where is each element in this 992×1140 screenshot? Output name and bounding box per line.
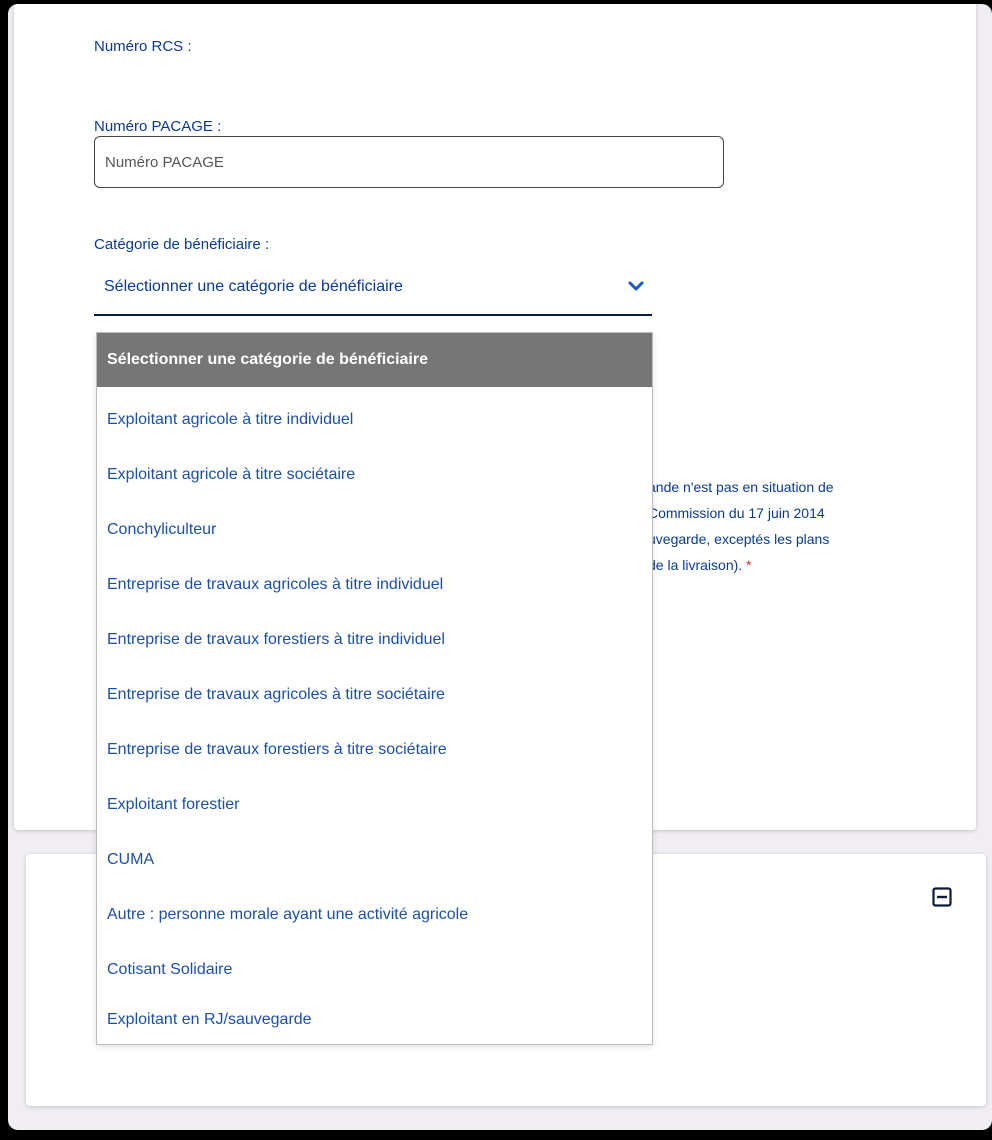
dropdown-option[interactable]: Entreprise de travaux forestiers à titre…: [97, 723, 652, 777]
statement-line-3: uvegarde, exceptés les plans: [648, 531, 830, 547]
category-label: Catégorie de bénéficiaire :: [94, 236, 270, 253]
statement-line-4: de la livraison). *: [648, 552, 968, 578]
dropdown-option[interactable]: Autre : personne morale ayant une activi…: [97, 888, 652, 942]
page-viewport: Numéro RCS : Numéro PACAGE : Catégorie d…: [8, 4, 992, 1130]
eligibility-statement-text: ande n'est pas en situation de Commissio…: [648, 474, 968, 578]
dropdown-option[interactable]: Exploitant forestier: [97, 778, 652, 832]
dropdown-option[interactable]: CUMA: [97, 833, 652, 887]
category-select[interactable]: Sélectionner une catégorie de bénéficiai…: [94, 264, 652, 316]
dropdown-option[interactable]: Sélectionner une catégorie de bénéficiai…: [97, 333, 652, 387]
dropdown-option[interactable]: Exploitant en RJ/sauvegarde: [97, 993, 652, 1047]
dropdown-option[interactable]: Entreprise de travaux agricoles à titre …: [97, 558, 652, 612]
pacage-label: Numéro PACAGE :: [94, 118, 222, 135]
dropdown-option[interactable]: Entreprise de travaux agricoles à titre …: [97, 668, 652, 722]
minus-square-icon[interactable]: [932, 887, 952, 907]
statement-line-2: Commission du 17 juin 2014: [648, 505, 825, 521]
rcs-label: Numéro RCS :: [94, 38, 192, 55]
required-asterisk: *: [746, 557, 752, 573]
pacage-input[interactable]: [94, 136, 724, 188]
category-dropdown-list: Sélectionner une catégorie de bénéficiai…: [96, 332, 653, 1045]
category-select-value: Sélectionner une catégorie de bénéficiai…: [104, 278, 403, 295]
dropdown-option[interactable]: Cotisant Solidaire: [97, 943, 652, 997]
dropdown-option[interactable]: Conchyliculteur: [97, 503, 652, 557]
statement-line-1: ande n'est pas en situation de: [648, 479, 834, 495]
dropdown-option[interactable]: Entreprise de travaux forestiers à titre…: [97, 613, 652, 667]
statement-line-4-text: de la livraison).: [648, 557, 743, 573]
dropdown-option[interactable]: Exploitant agricole à titre individuel: [97, 393, 652, 447]
chevron-down-icon: [628, 281, 644, 291]
dropdown-option[interactable]: Exploitant agricole à titre sociétaire: [97, 448, 652, 502]
